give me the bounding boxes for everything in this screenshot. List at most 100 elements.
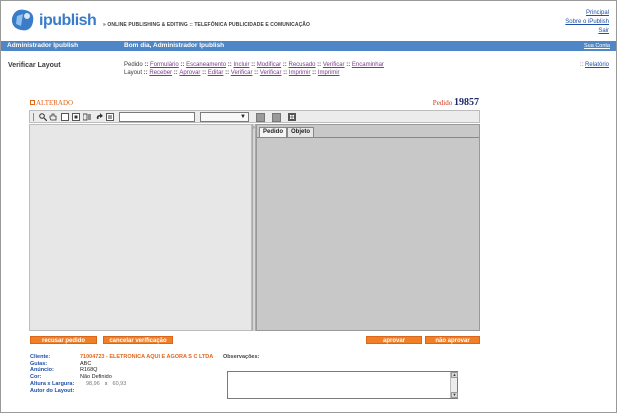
text-align-icon[interactable] (82, 113, 91, 121)
editor-toolbar: ▼ (29, 110, 480, 123)
step-separator: :: (200, 70, 208, 76)
step-separator: :: (252, 70, 260, 76)
frame-icon[interactable] (61, 113, 69, 121)
step-separator: :: (223, 70, 231, 76)
step-aprovar[interactable]: Aprovar (179, 70, 200, 76)
step-separator: :: (310, 70, 318, 76)
layout-canvas[interactable] (29, 124, 252, 331)
autor-label: Autor do Layout: (30, 388, 75, 395)
chevron-down-icon: ▼ (240, 114, 246, 120)
info-row-dimensoes: Altura x Largura: 98,96 x 60,93 (30, 380, 213, 388)
logo-icon (11, 9, 34, 31)
cancelar-verificacao-button[interactable]: cancelar verificação (103, 336, 173, 344)
alterado-checkbox-icon (30, 100, 35, 105)
scroll-up-icon[interactable]: ▲ (451, 372, 458, 378)
step-editar[interactable]: Editar (208, 70, 224, 76)
relatorio-link-wrap: :: Relatório (579, 62, 609, 68)
page-title: Verificar Layout (8, 62, 61, 69)
recusar-pedido-button[interactable]: recusar pedido (30, 336, 97, 344)
step-separator: :: (178, 62, 187, 68)
pedido-number: Pedido 19857 (433, 97, 479, 108)
fill-frame-icon[interactable] (72, 113, 80, 121)
anuncio-label: Anúncio: (30, 367, 54, 374)
splitter-arrow-icon: › (253, 125, 255, 131)
pedido-label: Pedido (432, 99, 453, 107)
link-sobre[interactable]: Sobre o iPublish (565, 18, 609, 27)
step-pedido: Pedido (124, 62, 143, 68)
step-incluir[interactable]: Incluir (233, 62, 249, 68)
tab-divider (257, 137, 479, 138)
altura-value: 98,96 (86, 381, 100, 388)
workflow-steps-pedido: Pedido :: Formulário :: Escaneamento :: … (124, 61, 414, 69)
account-link[interactable]: Sua Conta (584, 43, 610, 49)
step-layout: Layout (124, 70, 143, 76)
toolbar-grey-button-1[interactable] (256, 113, 265, 122)
status-alterado: ALTERADO (30, 99, 73, 107)
cliente-label: Cliente: (30, 354, 51, 360)
toolbar-grid-icon[interactable] (288, 113, 296, 121)
info-row-cor: Cor: Não Definido (30, 374, 213, 381)
toolbar-grey-button-2[interactable] (272, 113, 281, 122)
largura-value: 60,93 (112, 381, 127, 388)
step-verificar[interactable]: Verificar (260, 70, 282, 76)
step-formulario[interactable]: Formulário (150, 62, 179, 68)
details-panel: Pedido Objeto (256, 124, 480, 331)
user-bar: Administrador Ipublish Bom dia, Administ… (1, 41, 616, 51)
link-sair[interactable]: Sair (565, 27, 609, 36)
nao-aprovar-button[interactable]: não aprovar (425, 336, 480, 344)
observacoes-textarea[interactable] (227, 371, 458, 399)
guias-value: ABC (80, 360, 92, 367)
step-separator: :: (315, 62, 323, 68)
alterado-label: ALTERADO (36, 99, 74, 107)
info-row-autor: Autor do Layout: (30, 388, 213, 395)
anuncio-value: R168Q (80, 367, 98, 374)
altura-label: Altura x Largura: (30, 381, 75, 388)
top-links: Principal Sobre o iPublish Sair (565, 9, 609, 36)
observacoes-label: Observações: (223, 354, 260, 360)
step-imprimir[interactable]: Imprimir (289, 70, 311, 76)
step-verificar[interactable]: Verificar (231, 70, 253, 76)
workflow-steps: Pedido :: Formulário :: Escaneamento :: … (124, 61, 414, 77)
step-separator: :: (281, 70, 289, 76)
properties-icon[interactable] (106, 113, 114, 121)
step-escaneamento[interactable]: Escaneamento (186, 62, 226, 68)
cor-label: Cor: (30, 373, 42, 380)
dimension-separator: x (104, 381, 108, 388)
greeting: Bom dia, Administrador Ipublish (124, 42, 225, 49)
pedido-value: 19857 (454, 97, 479, 108)
scroll-down-icon[interactable]: ▼ (451, 392, 458, 398)
step-verificar[interactable]: Verificar (323, 62, 345, 68)
logo-text: ipublish (39, 12, 97, 29)
relatorio-link[interactable]: Relatório (585, 62, 609, 68)
zoom-icon[interactable] (39, 113, 48, 122)
step-encaminhar[interactable]: Encaminhar (352, 62, 384, 68)
step-separator: :: (344, 62, 352, 68)
step-receber[interactable]: Receber (149, 70, 172, 76)
step-separator: :: (142, 62, 151, 68)
toolbar-text-input[interactable] (119, 112, 195, 122)
info-row-guias: Guias: ABC (30, 361, 213, 368)
info-row-anuncio: Anúncio: R168Q (30, 367, 213, 374)
step-separator: :: (249, 62, 257, 68)
cor-value: Não Definido (80, 373, 112, 380)
guias-label: Guias: (30, 360, 48, 367)
rotate-icon[interactable] (95, 113, 103, 121)
ipublish-logo[interactable]: ipublish (9, 6, 99, 34)
aprovar-button[interactable]: aprovar (366, 336, 422, 344)
details-tabs: Pedido Objeto (259, 127, 315, 137)
observacoes-scrollbar[interactable]: ▲ ▼ (450, 372, 458, 398)
tab-pedido[interactable]: Pedido (259, 127, 288, 137)
admin-name: Administrador Ipublish (7, 42, 79, 49)
toolbar-font-select[interactable]: ▼ (200, 112, 249, 122)
workflow-steps-layout: Layout :: Receber :: Aprovar :: Editar :… (124, 69, 414, 77)
header-tagline: » ONLINE PUBLISHING & EDITING :: TELEFÔN… (103, 22, 310, 28)
tab-objeto[interactable]: Objeto (287, 127, 315, 137)
cliente-value: 71004723 - ELETRONICA AQUI E AGORA S C L… (80, 354, 214, 360)
step-modificar[interactable]: Modificar (257, 62, 281, 68)
link-principal[interactable]: Principal (565, 9, 609, 18)
order-info: Cliente: 71004723 - ELETRONICA AQUI E AGO… (30, 354, 213, 395)
step-imprimir[interactable]: Imprimir (318, 70, 340, 76)
hand-pan-icon[interactable] (49, 113, 57, 121)
step-recusado[interactable]: Recusado (288, 62, 315, 68)
toolbar-grip-icon (33, 113, 35, 121)
